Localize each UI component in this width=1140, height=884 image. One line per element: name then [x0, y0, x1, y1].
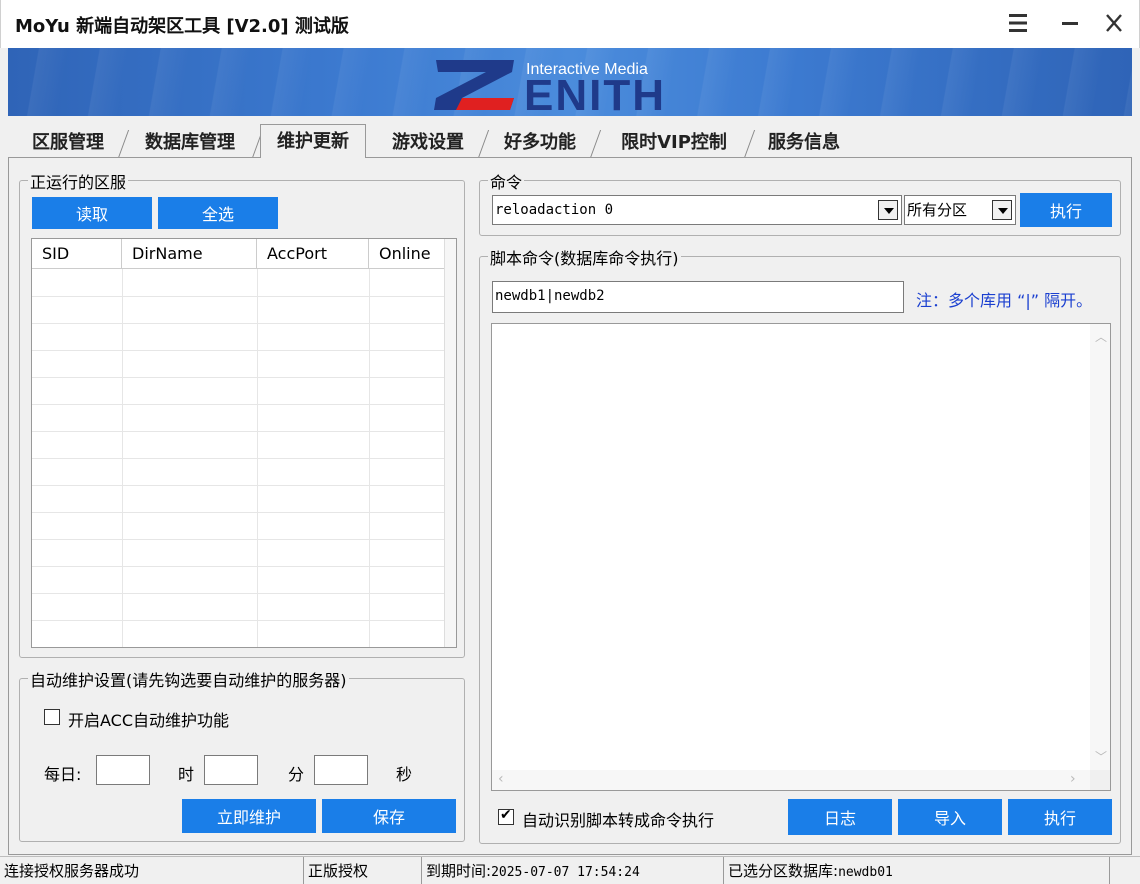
scroll-left-icon[interactable]: ‹: [498, 771, 504, 787]
logo-main-text: ENITH: [524, 71, 666, 112]
tab-bar: 区服管理 数据库管理 维护更新 游戏设置 好多功能 限时VIP控制 服务信息: [8, 124, 1132, 158]
tab-service-info[interactable]: 服务信息: [756, 128, 852, 158]
import-button[interactable]: 导入: [898, 799, 1002, 835]
select-all-button[interactable]: 全选: [158, 197, 278, 229]
column-header-sid[interactable]: SID: [32, 239, 122, 269]
zenith-logo: Interactive Media ENITH: [434, 60, 666, 112]
read-button[interactable]: 读取: [32, 197, 152, 229]
status-expiry-label: 到期时间:: [426, 862, 492, 880]
window-title: MoYu 新端自动架区工具 [V2.0] 测试版: [15, 16, 349, 37]
enable-acc-maintain-checkbox[interactable]: [44, 709, 60, 725]
second-label: 秒: [396, 765, 413, 784]
database-list-input[interactable]: newdb1|newdb2: [492, 281, 904, 313]
status-connection: 连接授权服务器成功: [0, 857, 304, 884]
scroll-down-icon[interactable]: ﹀: [1095, 748, 1107, 765]
minute-input[interactable]: [204, 755, 258, 785]
status-selected-db: 已选分区数据库:newdb01: [724, 857, 1110, 884]
hour-label: 时: [178, 765, 195, 784]
status-expiry: 到期时间:2025-07-07 17:54:24: [422, 857, 724, 884]
title-bar: MoYu 新端自动架区工具 [V2.0] 测试版: [0, 0, 1140, 48]
command-execute-button[interactable]: 执行: [1020, 193, 1112, 227]
scroll-corner: [1090, 770, 1110, 790]
auto-detect-label: 自动识别脚本转成命令执行: [522, 811, 715, 830]
table-scrollbar[interactable]: [444, 239, 456, 647]
hour-input[interactable]: [96, 755, 150, 785]
scroll-right-icon[interactable]: ›: [1070, 771, 1076, 787]
tab-server-management[interactable]: 区服管理: [20, 128, 116, 158]
tab-many-functions[interactable]: 好多功能: [492, 128, 588, 158]
enable-acc-maintain-label: 开启ACC自动维护功能: [68, 711, 230, 730]
zenith-banner: Interactive Media ENITH: [8, 48, 1132, 116]
tab-game-settings[interactable]: 游戏设置: [380, 128, 476, 158]
column-header-accport[interactable]: AccPort: [257, 239, 369, 269]
textarea-horizontal-scrollbar[interactable]: ‹ ›: [492, 770, 1092, 790]
auto-detect-checkbox[interactable]: [498, 807, 514, 825]
script-textarea[interactable]: ︿ ﹀ ‹ ›: [491, 323, 1111, 791]
textarea-vertical-scrollbar[interactable]: ︿ ﹀: [1090, 324, 1110, 772]
auto-maintain-label: 自动维护设置(请先钩选要自动维护的服务器): [28, 667, 349, 691]
script-label: 脚本命令(数据库命令执行): [488, 245, 681, 269]
status-selected-db-value: newdb01: [838, 865, 893, 880]
scroll-up-icon[interactable]: ︿: [1095, 328, 1107, 345]
zone-dropdown-icon[interactable]: [992, 200, 1012, 220]
second-input[interactable]: [314, 755, 368, 785]
logo-z-red: [456, 98, 514, 110]
script-execute-button[interactable]: 执行: [1008, 799, 1112, 835]
table-header: SID DirName AccPort Online: [32, 239, 446, 269]
daily-label: 每日:: [44, 765, 82, 784]
tab-maintenance-update[interactable]: 维护更新: [260, 124, 366, 158]
database-note: 注：多个库用 “|” 隔开。: [916, 291, 1093, 310]
command-dropdown-icon[interactable]: [878, 200, 898, 220]
tab-database-management[interactable]: 数据库管理: [130, 128, 250, 158]
column-header-dirname[interactable]: DirName: [122, 239, 257, 269]
status-expiry-value: 2025-07-07 17:54:24: [491, 865, 640, 880]
running-servers-label: 正运行的区服: [28, 169, 129, 193]
hamburger-icon[interactable]: [1001, 6, 1035, 40]
command-combo[interactable]: reloadaction 0: [492, 195, 902, 225]
tab-vip-control[interactable]: 限时VIP控制: [606, 128, 742, 158]
maintain-now-button[interactable]: 立即维护: [182, 799, 316, 833]
status-bar: 连接授权服务器成功 正版授权 到期时间:2025-07-07 17:54:24 …: [0, 856, 1140, 884]
minute-label: 分: [288, 765, 305, 784]
maintenance-panel: 正运行的区服 读取 全选 SID DirName AccPort Online …: [8, 157, 1132, 855]
column-header-online[interactable]: Online: [369, 239, 445, 269]
close-icon[interactable]: [1097, 6, 1131, 40]
log-button[interactable]: 日志: [788, 799, 892, 835]
server-list-table[interactable]: SID DirName AccPort Online: [31, 238, 457, 648]
command-label: 命令: [488, 169, 525, 193]
auto-maintain-group: 自动维护设置(请先钩选要自动维护的服务器) 开启ACC自动维护功能 每日: 时 …: [19, 667, 465, 842]
save-button[interactable]: 保存: [322, 799, 456, 833]
minimize-icon[interactable]: [1053, 6, 1087, 40]
status-license: 正版授权: [304, 857, 422, 884]
command-group: 命令 reloadaction 0 所有分区 执行: [479, 169, 1121, 236]
status-selected-db-label: 已选分区数据库:: [728, 862, 839, 880]
